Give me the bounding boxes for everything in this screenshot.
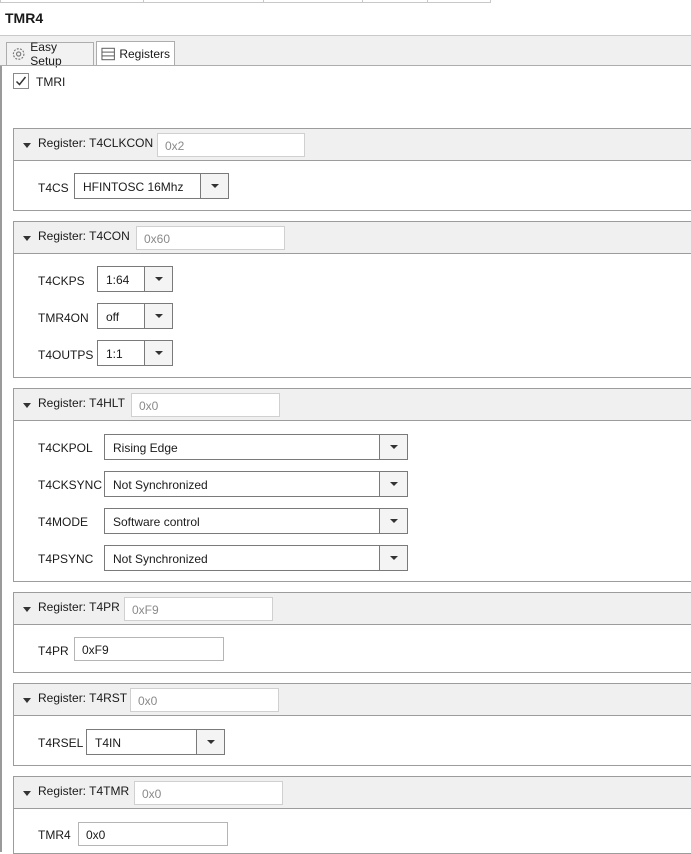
page-title: TMR4	[5, 10, 44, 26]
t4psync-label: T4PSYNC	[38, 552, 94, 566]
tmri-checkbox[interactable]	[13, 73, 29, 89]
chevron-down-icon[interactable]	[379, 546, 407, 570]
register-t4rst: Register: T4RST 0x0 T4RSEL T4IN	[13, 683, 691, 766]
t4ckpol-value: Rising Edge	[113, 441, 178, 455]
collapse-triangle-icon[interactable]	[23, 791, 31, 796]
t4pr-label: T4PR	[38, 644, 69, 658]
tmr4on-value: off	[106, 310, 120, 324]
register-hex-value: 0xF9	[124, 597, 273, 621]
t4psync-value: Not Synchronized	[113, 552, 208, 566]
register-title: Register: T4HLT	[38, 396, 125, 410]
register-t4hlt: Register: T4HLT 0x0 T4CKPOL Rising Edge …	[13, 388, 691, 582]
chevron-down-icon[interactable]	[379, 435, 407, 459]
collapse-triangle-icon[interactable]	[23, 698, 31, 703]
content-left-border	[0, 66, 2, 852]
gear-icon	[12, 48, 25, 60]
register-t4con: Register: T4CON 0x60 T4CKPS 1:64 TMR4ON …	[13, 221, 691, 378]
collapse-triangle-icon[interactable]	[23, 607, 31, 612]
tmr4on-dropdown[interactable]: off	[97, 303, 173, 329]
register-title: Register: T4PR	[38, 600, 120, 614]
t4rsel-value: T4IN	[95, 736, 122, 750]
register-hex-value: 0x2	[157, 133, 305, 157]
tmr4-label: TMR4	[38, 828, 71, 842]
tab-easy-setup[interactable]: Easy Setup	[6, 40, 94, 68]
t4rsel-dropdown[interactable]: T4IN	[86, 729, 225, 755]
register-title: Register: T4CLKCON	[38, 136, 154, 150]
t4ckpol-label: T4CKPOL	[38, 441, 93, 455]
top-column-strip	[0, 0, 491, 3]
chevron-down-icon[interactable]	[200, 174, 228, 198]
t4outps-dropdown[interactable]: 1:1	[97, 340, 173, 366]
chevron-down-icon[interactable]	[379, 472, 407, 496]
t4cs-label: T4CS	[38, 181, 69, 195]
register-t4tmr: Register: T4TMR 0x0 TMR4 0x0	[13, 776, 691, 854]
register-t4hlt-header[interactable]: Register: T4HLT 0x0	[14, 389, 691, 421]
register-t4pr-header[interactable]: Register: T4PR 0xF9	[14, 593, 691, 625]
register-t4tmr-header[interactable]: Register: T4TMR 0x0	[14, 777, 691, 809]
collapse-triangle-icon[interactable]	[23, 143, 31, 148]
t4cs-value: HFINTOSC 16Mhz	[83, 180, 184, 194]
t4outps-value: 1:1	[106, 347, 123, 361]
t4mode-label: T4MODE	[38, 515, 89, 529]
register-title: Register: T4CON	[38, 229, 130, 243]
checkmark-icon	[15, 76, 27, 86]
t4cksync-dropdown[interactable]: Not Synchronized	[104, 471, 408, 497]
t4rsel-label: T4RSEL	[38, 736, 84, 750]
collapse-triangle-icon[interactable]	[23, 236, 31, 241]
t4ckps-dropdown[interactable]: 1:64	[97, 266, 173, 292]
chevron-down-icon[interactable]	[144, 341, 172, 365]
tab-easy-setup-label: Easy Setup	[30, 40, 62, 68]
register-hex-value: 0x0	[131, 393, 280, 417]
t4cksync-label: T4CKSYNC	[38, 478, 103, 492]
register-hex-value: 0x0	[130, 688, 279, 712]
chevron-down-icon[interactable]	[144, 267, 172, 291]
register-title: Register: T4TMR	[38, 784, 130, 798]
tmri-label: TMRI	[36, 75, 66, 89]
register-t4rst-header[interactable]: Register: T4RST 0x0	[14, 684, 691, 716]
tab-registers[interactable]: Registers	[96, 41, 175, 66]
register-t4clkcon-header[interactable]: Register: T4CLKCON 0x2	[14, 129, 691, 161]
chevron-down-icon[interactable]	[196, 730, 224, 754]
register-hex-value: 0x0	[134, 781, 283, 805]
chevron-down-icon[interactable]	[144, 304, 172, 328]
register-hex-value: 0x60	[136, 226, 285, 250]
register-t4clkcon: Register: T4CLKCON 0x2 T4CS HFINTOSC 16M…	[13, 128, 691, 211]
tmr4-input[interactable]: 0x0	[78, 822, 228, 846]
register-t4con-header[interactable]: Register: T4CON 0x60	[14, 222, 691, 254]
t4ckpol-dropdown[interactable]: Rising Edge	[104, 434, 408, 460]
t4ckps-label: T4CKPS	[38, 274, 85, 288]
register-t4pr: Register: T4PR 0xF9 T4PR 0xF9	[13, 592, 691, 673]
tab-registers-label: Registers	[119, 47, 170, 61]
t4ckps-value: 1:64	[106, 273, 130, 287]
t4cksync-value: Not Synchronized	[113, 478, 208, 492]
t4cs-dropdown[interactable]: HFINTOSC 16Mhz	[74, 173, 229, 199]
divider	[0, 65, 691, 66]
t4mode-dropdown[interactable]: Software control	[104, 508, 408, 534]
collapse-triangle-icon[interactable]	[23, 403, 31, 408]
t4psync-dropdown[interactable]: Not Synchronized	[104, 545, 408, 571]
tmr4on-label: TMR4ON	[38, 311, 89, 325]
chevron-down-icon[interactable]	[379, 509, 407, 533]
t4pr-input[interactable]: 0xF9	[74, 637, 224, 661]
t4mode-value: Software control	[113, 515, 200, 529]
registers-icon	[101, 47, 115, 61]
register-title: Register: T4RST	[38, 691, 128, 705]
t4outps-label: T4OUTPS	[38, 348, 94, 362]
